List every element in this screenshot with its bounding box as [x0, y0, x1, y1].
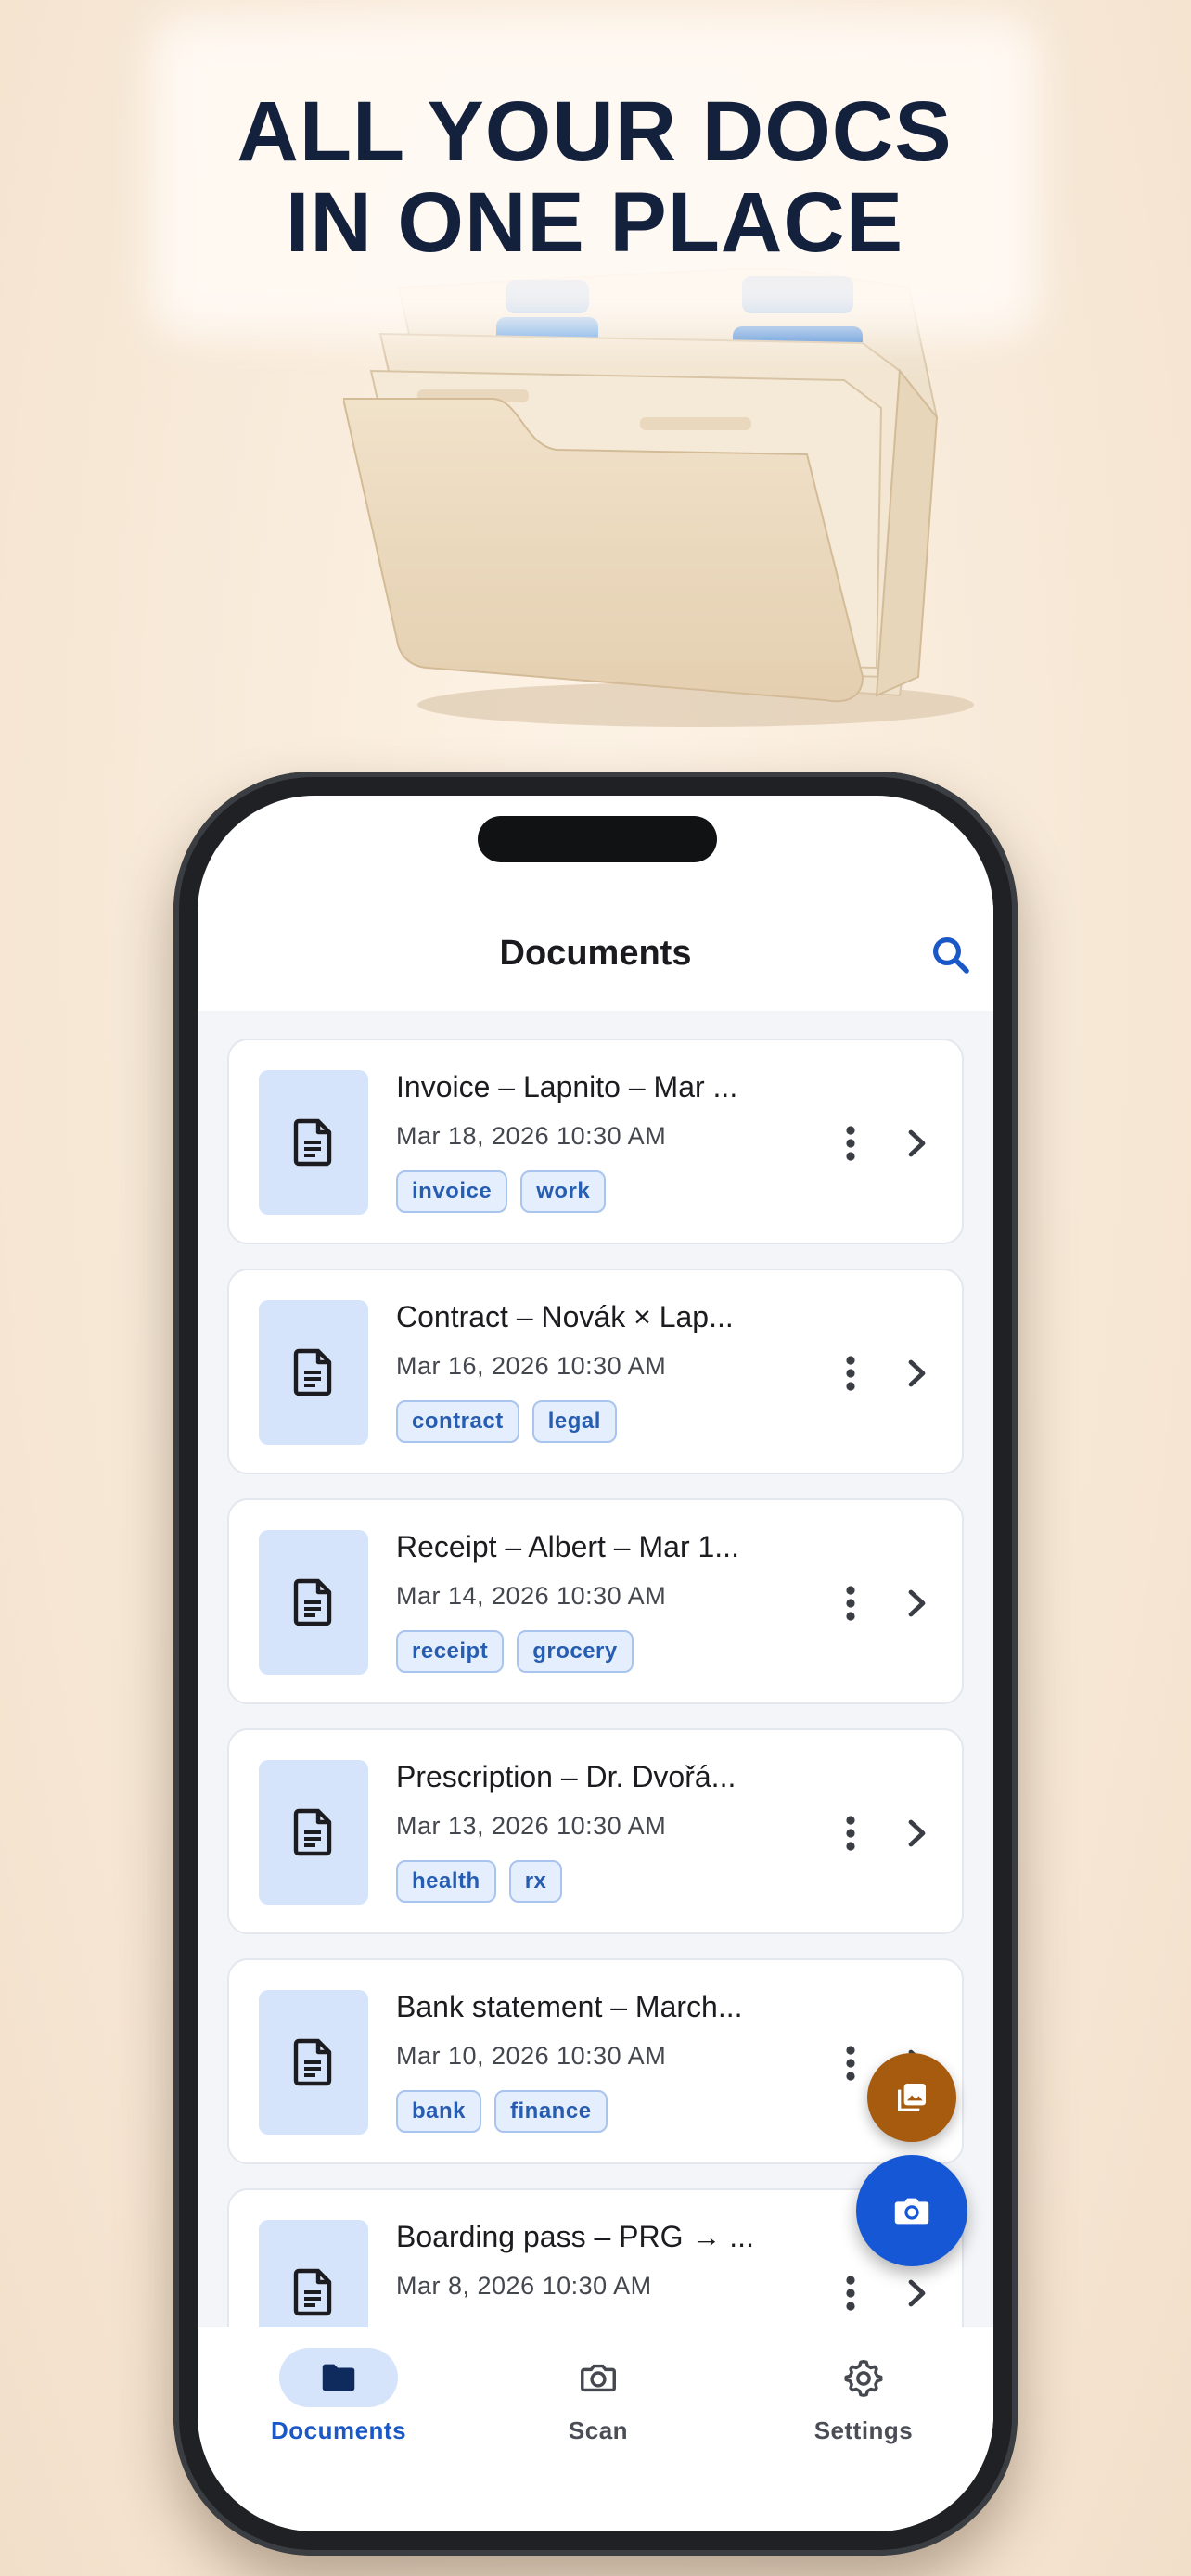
- search-button[interactable]: [928, 933, 973, 977]
- camera-icon: [894, 2198, 929, 2225]
- document-thumbnail: [259, 1990, 368, 2135]
- more-vert-icon: [845, 1585, 856, 1622]
- document-thumbnail: [259, 1070, 368, 1215]
- gear-icon: [844, 2360, 883, 2397]
- more-vert-icon: [845, 2275, 856, 2312]
- tag-list: contract legal: [396, 1400, 617, 1443]
- chevron-right-icon: [907, 1358, 928, 1388]
- document-icon: [293, 1118, 334, 1167]
- document-card[interactable]: Contract – Novák × Lap... Mar 16, 2026 1…: [227, 1269, 964, 1474]
- nav-item-settings[interactable]: Settings: [762, 2348, 966, 2445]
- chevron-right-icon: [907, 1588, 928, 1618]
- document-thumbnail: [259, 1760, 368, 1905]
- document-title: Prescription – Dr. Dvořá...: [396, 1760, 736, 1793]
- nav-icon-container: [804, 2348, 923, 2407]
- document-icon: [293, 1348, 334, 1396]
- tag-list: invoice work: [396, 1170, 607, 1213]
- nav-label-scan: Scan: [568, 2417, 629, 2444]
- dynamic-island: [478, 816, 717, 862]
- tag-chip[interactable]: grocery: [517, 1630, 634, 1673]
- more-vert-icon: [845, 1355, 856, 1392]
- more-options-button[interactable]: [832, 1812, 869, 1855]
- nav-item-documents[interactable]: Documents: [237, 2348, 441, 2445]
- more-options-button[interactable]: [832, 1122, 869, 1165]
- document-card[interactable]: Bank statement – March... Mar 10, 2026 1…: [227, 1958, 964, 2164]
- document-thumbnail: [259, 1300, 368, 1445]
- document-thumbnail: [259, 1530, 368, 1675]
- document-title: Invoice – Lapnito – Mar ...: [396, 1070, 738, 1103]
- tag-chip[interactable]: work: [520, 1170, 607, 1213]
- open-document-button[interactable]: [899, 1582, 936, 1625]
- headline-line-2: IN ONE PLACE: [285, 174, 904, 270]
- document-date: Mar 16, 2026 10:30 AM: [396, 1352, 667, 1380]
- document-card[interactable]: Prescription – Dr. Dvořá... Mar 13, 2026…: [227, 1728, 964, 1934]
- document-card[interactable]: Boarding pass – PRG → ... Mar 8, 2026 10…: [227, 2188, 964, 2327]
- import-from-gallery-button[interactable]: [867, 2053, 956, 2142]
- tag-chip[interactable]: contract: [396, 1400, 519, 1443]
- folder-icon: [322, 2364, 355, 2391]
- document-icon: [293, 1578, 334, 1626]
- open-document-button[interactable]: [899, 2272, 936, 2315]
- app-bar: Documents: [198, 905, 993, 1001]
- phone-frame: Documents Invoice – Lapnito – Mar ... Ma…: [173, 772, 1018, 2556]
- tag-chip[interactable]: receipt: [396, 1630, 505, 1673]
- image-gallery-icon: [898, 2084, 926, 2111]
- tag-chip[interactable]: finance: [494, 2090, 608, 2133]
- nav-label-documents: Documents: [270, 2417, 407, 2444]
- document-title: Receipt – Albert – Mar 1...: [396, 1530, 739, 1563]
- camera-icon: [581, 2364, 616, 2392]
- promo-headline: ALL YOUR DOCS IN ONE PLACE: [237, 86, 952, 268]
- more-vert-icon: [845, 2045, 856, 2082]
- nav-indicator: [279, 2348, 398, 2407]
- document-icon: [293, 2268, 334, 2316]
- more-options-button[interactable]: [832, 1582, 869, 1625]
- document-thumbnail: [259, 2220, 368, 2327]
- open-document-button[interactable]: [899, 1352, 936, 1395]
- chevron-right-icon: [907, 2278, 928, 2308]
- tag-chip[interactable]: bank: [396, 2090, 482, 2133]
- more-options-button[interactable]: [832, 2042, 869, 2085]
- tag-chip[interactable]: invoice: [396, 1170, 508, 1213]
- app-screen: Documents Invoice – Lapnito – Mar ... Ma…: [198, 796, 993, 2531]
- document-date: Mar 14, 2026 10:30 AM: [396, 1582, 667, 1610]
- bottom-navigation: Documents Scan Settings: [198, 2327, 993, 2531]
- chevron-right-icon: [907, 1818, 928, 1848]
- document-card[interactable]: Receipt – Albert – Mar 1... Mar 14, 2026…: [227, 1498, 964, 1704]
- document-title: Boarding pass – PRG → ...: [396, 2220, 754, 2253]
- more-options-button[interactable]: [832, 2272, 869, 2315]
- tag-chip[interactable]: rx: [508, 1860, 563, 1903]
- document-date: Mar 10, 2026 10:30 AM: [396, 2042, 667, 2070]
- more-options-button[interactable]: [832, 1352, 869, 1395]
- search-icon: [933, 937, 969, 974]
- document-icon: [293, 2038, 334, 2086]
- document-title: Contract – Novák × Lap...: [396, 1300, 734, 1333]
- tag-chip[interactable]: health: [396, 1860, 496, 1903]
- open-document-button[interactable]: [899, 1812, 936, 1855]
- document-card[interactable]: Invoice – Lapnito – Mar ... Mar 18, 2026…: [227, 1039, 964, 1244]
- more-vert-icon: [845, 1815, 856, 1852]
- document-list[interactable]: Invoice – Lapnito – Mar ... Mar 18, 2026…: [198, 1011, 993, 2327]
- document-title: Bank statement – March...: [396, 1990, 743, 2023]
- page-title: Documents: [499, 934, 692, 973]
- document-date: Mar 13, 2026 10:30 AM: [396, 1812, 667, 1840]
- headline-line-1: ALL YOUR DOCS: [237, 83, 953, 179]
- open-document-button[interactable]: [899, 1122, 936, 1165]
- more-vert-icon: [845, 1125, 856, 1162]
- scan-document-button[interactable]: [856, 2155, 967, 2266]
- nav-icon-container: [539, 2348, 658, 2407]
- chevron-right-icon: [907, 1129, 928, 1158]
- tag-chip[interactable]: legal: [531, 1400, 617, 1443]
- document-date: Mar 8, 2026 10:30 AM: [396, 2272, 652, 2300]
- nav-item-scan[interactable]: Scan: [496, 2348, 700, 2445]
- tag-list: health rx: [396, 1860, 563, 1903]
- tag-list: receipt grocery: [396, 1630, 634, 1673]
- tag-list: bank finance: [396, 2090, 608, 2133]
- nav-label-settings: Settings: [813, 2417, 914, 2444]
- document-icon: [293, 1808, 334, 1856]
- document-date: Mar 18, 2026 10:30 AM: [396, 1122, 667, 1150]
- promo-header: ALL YOUR DOCS IN ONE PLACE: [150, 17, 1039, 337]
